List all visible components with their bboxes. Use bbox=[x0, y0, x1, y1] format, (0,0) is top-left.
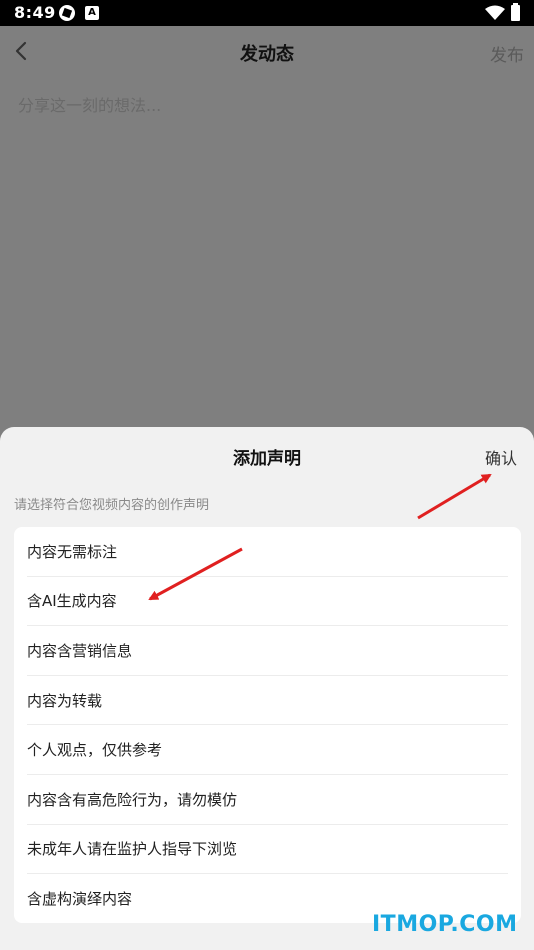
option-ai-generated[interactable]: 含AI生成内容 bbox=[27, 577, 508, 627]
confirm-button[interactable]: 确认 bbox=[485, 445, 517, 469]
publish-button[interactable]: 发布 bbox=[490, 41, 524, 66]
watermark: ITMOP.COM bbox=[372, 912, 518, 937]
a-badge-icon: A bbox=[85, 6, 99, 20]
status-bar: 8:49 A bbox=[0, 0, 534, 26]
option-marketing[interactable]: 内容含营销信息 bbox=[27, 626, 508, 676]
option-dangerous-behavior[interactable]: 内容含有高危险行为，请勿模仿 bbox=[27, 775, 508, 825]
option-no-label[interactable]: 内容无需标注 bbox=[27, 527, 508, 577]
sheet-hint: 请选择符合您视频内容的创作声明 bbox=[14, 498, 210, 513]
declaration-sheet: 添加声明 确认 请选择符合您视频内容的创作声明 内容无需标注 含AI生成内容 内… bbox=[0, 427, 534, 950]
composer-placeholder: 分享这一刻的想法... bbox=[18, 96, 162, 115]
status-icons-left: A bbox=[59, 4, 99, 22]
app-header: 发动态 发布 bbox=[0, 26, 534, 78]
wifi-icon bbox=[485, 5, 505, 20]
option-minors-guidance[interactable]: 未成年人请在监护人指导下浏览 bbox=[27, 825, 508, 875]
status-icons-right bbox=[485, 3, 520, 22]
page-title: 发动态 bbox=[240, 44, 294, 65]
declaration-options-list: 内容无需标注 含AI生成内容 内容含营销信息 内容为转载 个人观点，仅供参考 内… bbox=[14, 527, 521, 923]
post-composer[interactable]: 分享这一刻的想法... bbox=[0, 78, 534, 428]
sheet-title: 添加声明 bbox=[233, 449, 301, 469]
battery-icon bbox=[511, 3, 520, 21]
option-personal-opinion[interactable]: 个人观点，仅供参考 bbox=[27, 725, 508, 775]
aperture-icon bbox=[59, 5, 75, 21]
status-time: 8:49 bbox=[14, 3, 56, 22]
option-repost[interactable]: 内容为转载 bbox=[27, 676, 508, 726]
